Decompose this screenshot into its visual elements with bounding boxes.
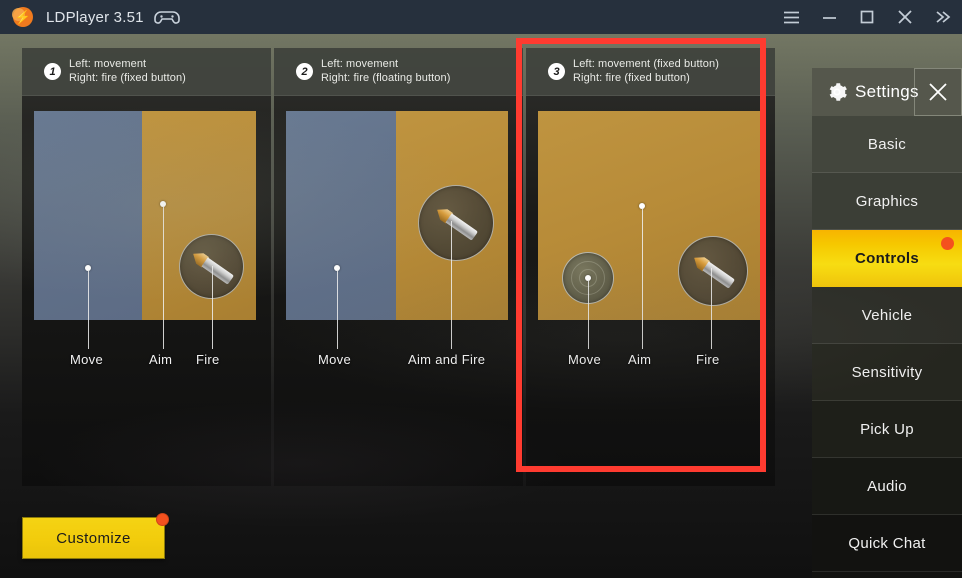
card-1-label-aim: Aim bbox=[149, 352, 173, 367]
settings-panel: Settings Basic Graphics Controls Vehicle Sen… bbox=[812, 68, 962, 578]
settings-header: Settings bbox=[812, 68, 962, 116]
settings-item-quick-chat[interactable]: Quick Chat bbox=[812, 515, 962, 572]
card-3-aim-leader bbox=[642, 209, 643, 349]
settings-item-pick-up[interactable]: Pick Up bbox=[812, 401, 962, 458]
card-3-label-aim: Aim bbox=[628, 352, 652, 367]
card-2-fire-button bbox=[418, 185, 494, 261]
card-3-line2: Right: fire (fixed button) bbox=[573, 71, 690, 84]
settings-item-label: Quick Chat bbox=[848, 534, 926, 552]
card-3-move-leader bbox=[588, 281, 589, 349]
settings-item-label: Vehicle bbox=[861, 306, 913, 324]
card-2-move-leader bbox=[337, 271, 338, 349]
maximize-icon[interactable] bbox=[848, 0, 886, 34]
hamburger-menu-icon[interactable] bbox=[772, 0, 810, 34]
card-2-line2: Right: fire (floating button) bbox=[321, 71, 451, 84]
gamepad-icon bbox=[153, 8, 180, 26]
title-bar: ⚡ LDPlayer 3.51 bbox=[0, 0, 962, 34]
gear-icon bbox=[826, 81, 848, 103]
ldplayer-logo-icon: ⚡ bbox=[12, 6, 34, 28]
card-3-fire-leader bbox=[711, 268, 712, 349]
card-1-label-move: Move bbox=[70, 352, 103, 367]
card-2-fire-leader bbox=[451, 221, 452, 349]
card-3-body: Move Aim Fire bbox=[526, 96, 775, 486]
settings-title: Settings bbox=[855, 82, 919, 101]
card-1-line2: Right: fire (fixed button) bbox=[69, 71, 186, 84]
settings-item-label: Graphics bbox=[855, 192, 919, 210]
window-title: LDPlayer 3.51 bbox=[46, 8, 144, 26]
settings-item-sensitivity[interactable]: Sensitivity bbox=[812, 344, 962, 401]
card-3-fire-button bbox=[678, 236, 748, 306]
customize-notification-badge bbox=[156, 513, 169, 526]
card-2-number: 2 bbox=[296, 63, 313, 80]
card-2-label-aim-fire: Aim and Fire bbox=[408, 352, 486, 367]
settings-item-notification-badge bbox=[941, 237, 954, 250]
control-scheme-card-1[interactable]: 1 Left: movement Right: fire (fixed butt… bbox=[22, 48, 271, 486]
card-1-label-fire: Fire bbox=[196, 352, 220, 367]
control-scheme-card-2[interactable]: 2 Left: movement Right: fire (floating b… bbox=[274, 48, 523, 486]
card-3-label-fire: Fire bbox=[696, 352, 720, 367]
card-1-header: 1 Left: movement Right: fire (fixed butt… bbox=[22, 48, 271, 96]
card-1-move-leader bbox=[88, 271, 89, 349]
minimize-icon[interactable] bbox=[810, 0, 848, 34]
game-viewport: 1 Left: movement Right: fire (fixed butt… bbox=[0, 34, 962, 578]
settings-item-label: Sensitivity bbox=[851, 363, 923, 381]
card-1-aim-leader bbox=[163, 207, 164, 349]
control-scheme-list: 1 Left: movement Right: fire (fixed butt… bbox=[22, 38, 778, 486]
card-3-number: 3 bbox=[548, 63, 565, 80]
bullet-icon bbox=[690, 252, 735, 289]
settings-item-label: Pick Up bbox=[860, 420, 914, 438]
customize-button-label: Customize bbox=[56, 529, 131, 547]
card-3-label-move: Move bbox=[568, 352, 601, 367]
bullet-icon bbox=[433, 204, 478, 241]
settings-item-label: Audio bbox=[867, 477, 907, 495]
card-3-line1: Left: movement (fixed button) bbox=[573, 58, 719, 71]
card-1-body: Move Aim Fire bbox=[22, 96, 271, 486]
settings-item-controls[interactable]: Controls bbox=[812, 230, 962, 287]
card-2-header: 2 Left: movement Right: fire (floating b… bbox=[274, 48, 523, 96]
settings-item-language[interactable]: Language bbox=[812, 572, 962, 578]
double-chevron-right-icon[interactable] bbox=[924, 0, 962, 34]
customize-button[interactable]: Customize bbox=[22, 513, 169, 559]
ldplayer-window: ⚡ LDPlayer 3.51 1 Left: movement Right: … bbox=[0, 0, 962, 578]
card-1-number: 1 bbox=[44, 63, 61, 80]
card-1-fire-leader bbox=[212, 266, 213, 349]
card-2-body: Move Aim and Fire bbox=[274, 96, 523, 486]
settings-item-label: Controls bbox=[854, 250, 920, 267]
settings-close-icon[interactable] bbox=[914, 68, 962, 116]
settings-item-label: Basic bbox=[867, 135, 907, 153]
card-2-line1: Left: movement bbox=[321, 58, 399, 71]
close-icon[interactable] bbox=[886, 0, 924, 34]
card-1-line1: Left: movement bbox=[69, 58, 147, 71]
card-3-header: 3 Left: movement (fixed button) Right: f… bbox=[526, 48, 775, 96]
settings-item-vehicle[interactable]: Vehicle bbox=[812, 287, 962, 344]
control-scheme-card-3[interactable]: 3 Left: movement (fixed button) Right: f… bbox=[516, 38, 775, 486]
settings-item-graphics[interactable]: Graphics bbox=[812, 173, 962, 230]
settings-item-basic[interactable]: Basic bbox=[812, 116, 962, 173]
settings-menu-list: Basic Graphics Controls Vehicle Sensitivity P… bbox=[812, 116, 962, 578]
settings-item-audio[interactable]: Audio bbox=[812, 458, 962, 515]
card-2-label-move: Move bbox=[318, 352, 351, 367]
